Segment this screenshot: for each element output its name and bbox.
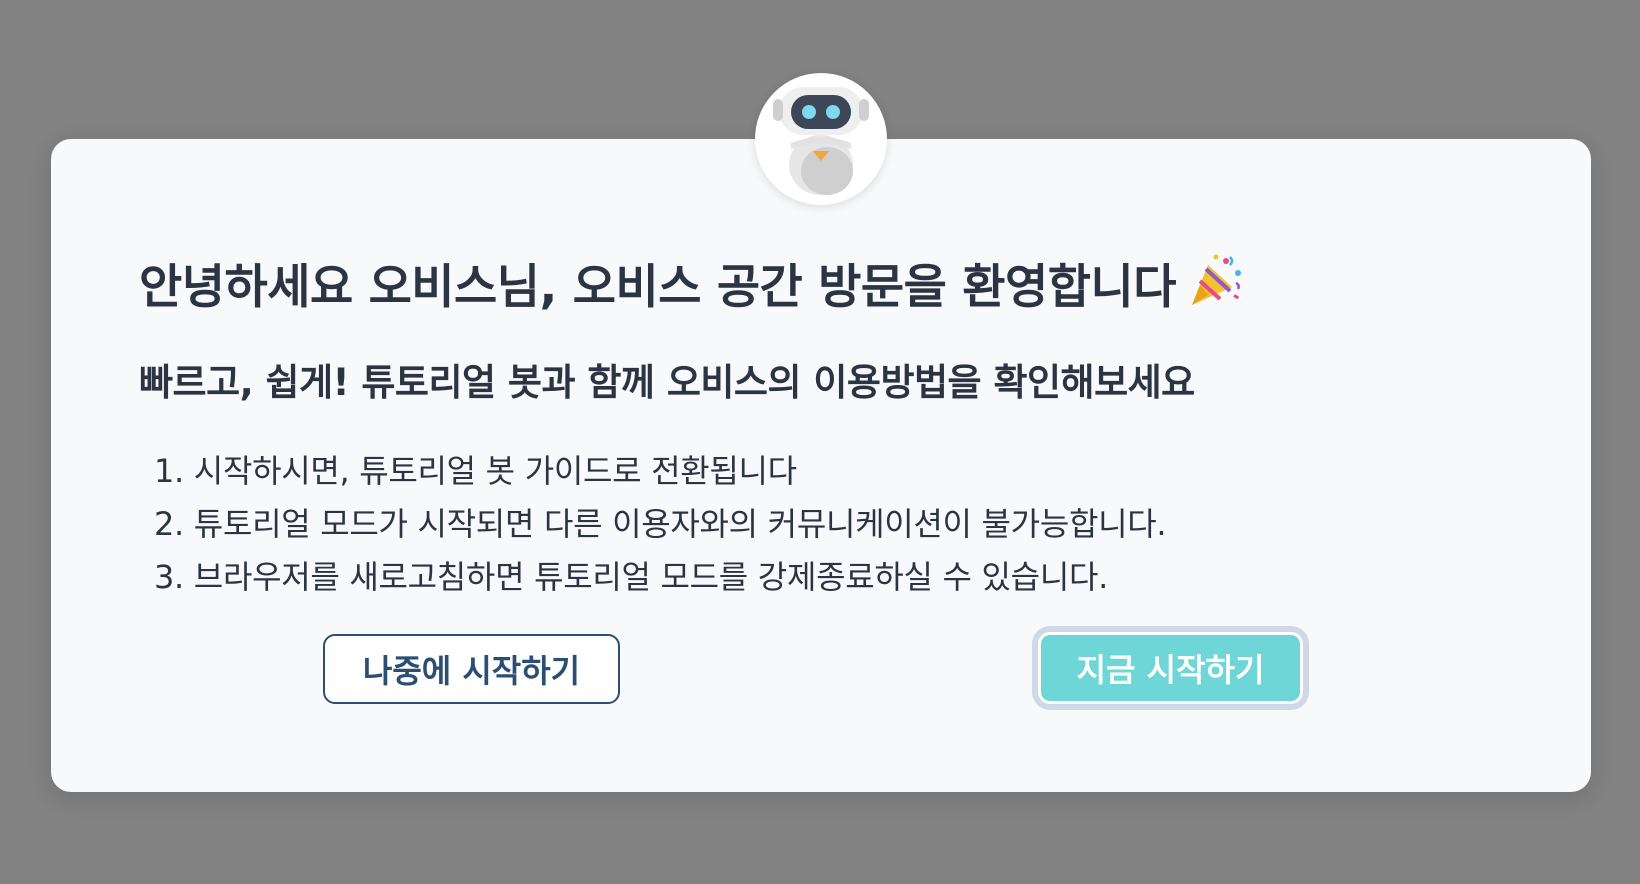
party-popper-icon	[1186, 251, 1244, 321]
start-now-button[interactable]: 지금 시작하기	[1038, 632, 1303, 704]
list-item: 3. 브라우저를 새로고침하면 튜토리얼 모드를 강제종료하실 수 있습니다.	[154, 558, 1108, 596]
step-list: 1. 시작하시면, 튜토리얼 봇 가이드로 전환됩니다 2. 튜토리얼 모드가 …	[154, 445, 1167, 604]
list-item: 2. 튜토리얼 모드가 시작되면 다른 이용자와의 커뮤니케이션이 불가능합니다…	[154, 505, 1167, 543]
start-later-button[interactable]: 나중에 시작하기	[323, 634, 620, 704]
avatar	[755, 73, 887, 205]
list-item: 1. 시작하시면, 튜토리얼 봇 가이드로 전환됩니다	[154, 452, 797, 490]
dialog-title-text: 안녕하세요 오비스님, 오비스 공간 방문을 환영합니다	[139, 260, 1176, 315]
dialog-title: 안녕하세요 오비스님, 오비스 공간 방문을 환영합니다	[139, 248, 1244, 321]
dialog-subtitle: 빠르고, 쉽게! 튜토리얼 봇과 함께 오비스의 이용방법을 확인해보세요	[139, 361, 1195, 404]
robot-icon	[773, 87, 869, 195]
